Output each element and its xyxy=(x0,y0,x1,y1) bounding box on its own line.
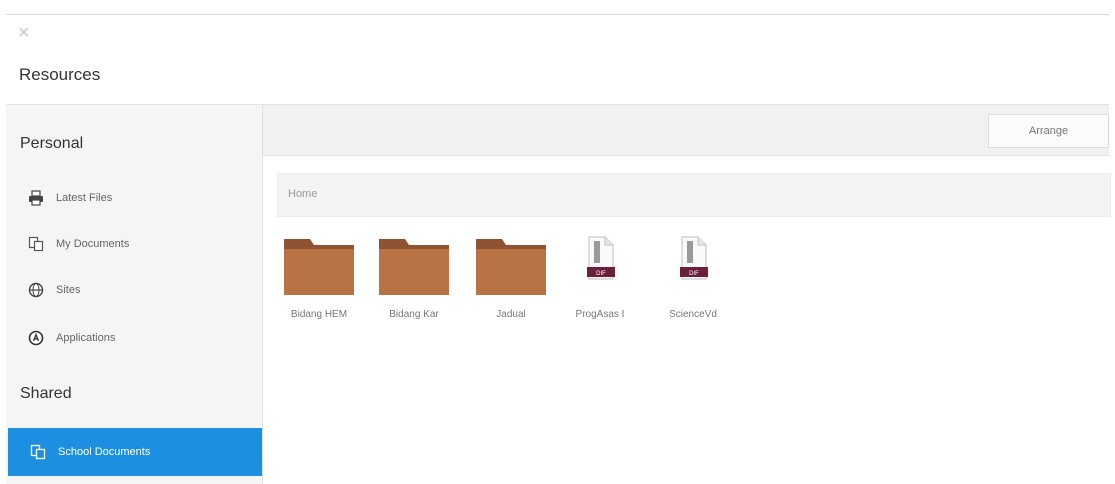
sidebar-item-school-documents[interactable]: School Documents xyxy=(8,428,262,476)
file-type-badge: DIF xyxy=(689,271,699,277)
file-item-folder[interactable]: Bidang HEM xyxy=(274,235,364,320)
file-name: Bidang Kar xyxy=(389,309,439,320)
close-icon[interactable]: × xyxy=(18,23,30,43)
file-item-document[interactable]: DIF ScienceVd xyxy=(648,235,738,320)
section-heading-personal: Personal xyxy=(20,135,84,152)
sidebar-item-label: Sites xyxy=(56,284,81,296)
sidebar-item-sites[interactable]: Sites xyxy=(6,273,262,307)
sidebar-item-label: My Documents xyxy=(56,238,130,250)
sidebar: Personal Latest Files My Documents Sites… xyxy=(6,105,263,484)
globe-icon xyxy=(28,282,44,298)
folder-icon xyxy=(379,239,449,295)
sidebar-item-label: Latest Files xyxy=(56,192,113,204)
sidebar-item-my-documents[interactable]: My Documents xyxy=(6,227,262,261)
file-item-document[interactable]: DIF ProgAsas I xyxy=(555,235,645,320)
title-row: Resources xyxy=(6,52,1109,105)
sidebar-item-label: Applications xyxy=(56,332,116,344)
documents-icon xyxy=(28,236,44,252)
folder-icon xyxy=(476,239,546,295)
document-icon: DIF xyxy=(680,236,708,280)
file-name: ScienceVd xyxy=(669,309,717,320)
file-name: Jadual xyxy=(496,309,526,320)
sidebar-item-label: School Documents xyxy=(58,446,151,458)
printer-icon xyxy=(28,190,44,206)
file-type-badge: DIF xyxy=(596,271,606,277)
apps-icon xyxy=(28,330,44,346)
document-icon: DIF xyxy=(587,236,615,280)
sidebar-item-latest-files[interactable]: Latest Files xyxy=(6,181,262,215)
toolbar: Arrange xyxy=(263,105,1109,156)
breadcrumb: Home xyxy=(277,173,1111,217)
sidebar-item-applications[interactable]: Applications xyxy=(6,321,262,355)
section-heading-shared: Shared xyxy=(20,385,72,402)
main-panel: Arrange Home Bidang HEM Bidang Kar Jadua… xyxy=(263,105,1111,484)
documents-icon xyxy=(30,444,46,460)
breadcrumb-home[interactable]: Home xyxy=(288,188,317,200)
file-name: Bidang HEM xyxy=(290,309,348,320)
window-topbar: × xyxy=(6,14,1109,53)
arrange-button[interactable]: Arrange xyxy=(988,114,1109,148)
file-item-folder[interactable]: Bidang Kar xyxy=(369,235,459,320)
page-title: Resources xyxy=(19,65,101,84)
file-name: ProgAsas I xyxy=(575,309,625,320)
file-item-folder[interactable]: Jadual xyxy=(466,235,556,320)
folder-icon xyxy=(284,239,354,295)
